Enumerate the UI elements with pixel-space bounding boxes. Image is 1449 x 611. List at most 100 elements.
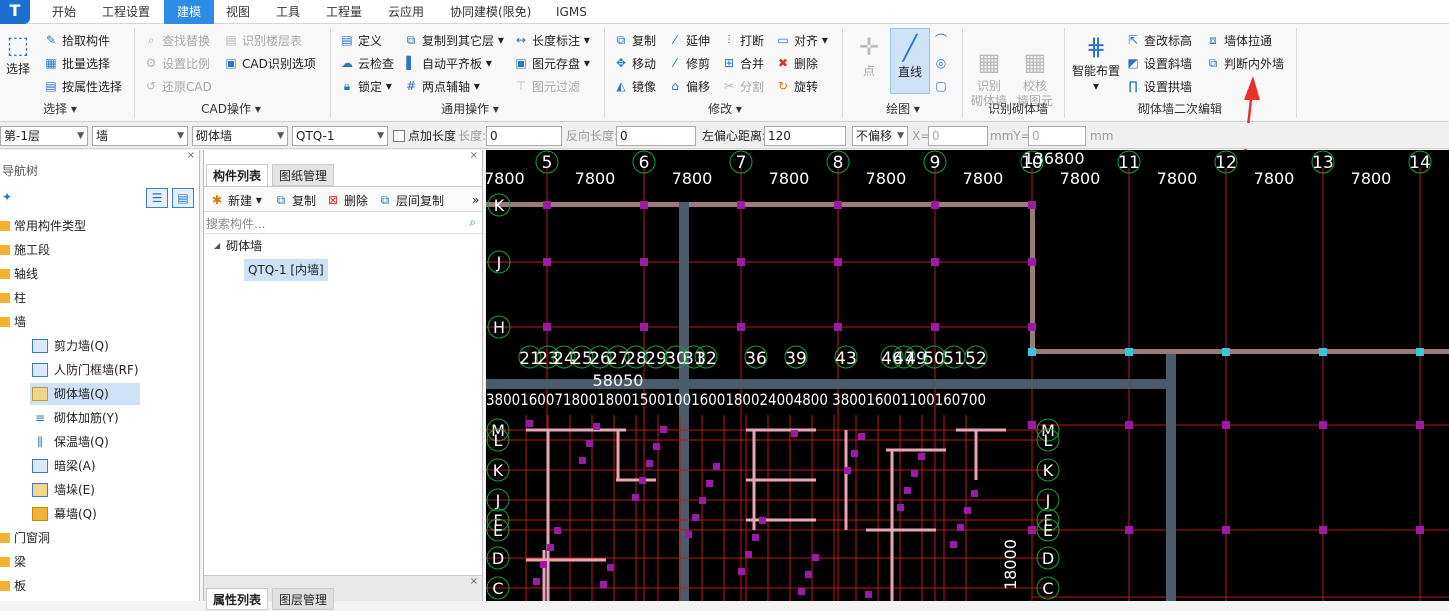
nav-item-beam[interactable]: 梁 [0, 551, 26, 573]
copy-to-floor-button[interactable]: ⧉ 复制到其它层 ▾ [404, 30, 504, 50]
break-button[interactable]: ⫶ 打断 [722, 30, 764, 50]
component-item-qtq1[interactable]: QTQ-1 [内墙] [244, 259, 328, 281]
mirror-button[interactable]: ◭ 镜像 [614, 76, 656, 96]
more-icon[interactable]: » [472, 190, 479, 210]
nav-item-slab[interactable]: 板 [0, 575, 26, 597]
tab-drawing-mgmt[interactable]: 图纸管理 [272, 164, 335, 186]
select-button[interactable]: ⬚ 选择 [2, 30, 34, 77]
tab-project-settings[interactable]: 工程设置 [96, 0, 156, 24]
nav-item-hidden-beam[interactable]: 暗梁(A) [32, 455, 96, 477]
nav-item-masonry-rebar[interactable]: ≡ 砌体加筋(Y) [32, 407, 119, 429]
check-wall-button[interactable]: ▦ 校核 墙图元 [1014, 32, 1056, 109]
length-input[interactable]: 0 [486, 126, 562, 146]
length-dim-button[interactable]: ↔ 长度标注 ▾ [514, 30, 590, 50]
align-button[interactable]: ▭ 对齐 ▾ [776, 30, 828, 50]
y-input[interactable]: 0 [1028, 126, 1086, 146]
pick-component-button[interactable]: ✎ 拾取构件 [44, 30, 110, 50]
new-button[interactable]: ✱ 新建 ▾ [210, 190, 262, 210]
tab-quantity[interactable]: 工程量 [320, 0, 368, 24]
cad-drawing[interactable]: 5780067800778008780097800107800117800127… [486, 150, 1449, 601]
tab-component-list[interactable]: 构件列表 [206, 164, 269, 186]
cad-canvas[interactable]: 5 7800 6 7800 7 7800 8 7800 9 7800 10 7800 11 7800 12 7… [486, 150, 1449, 601]
tab-layer-mgmt[interactable]: 图层管理 [272, 588, 335, 610]
define-button[interactable]: ▤ 定义 [340, 30, 382, 50]
attr-select-button[interactable]: ▤ 按属性选择 [44, 76, 122, 96]
set-scale-button[interactable]: ⚙ 设置比例 [144, 53, 210, 73]
nav-item-masonry-wall[interactable]: 砌体墙(Q) [30, 383, 140, 405]
type-select[interactable]: 墙 ▼ [92, 126, 188, 146]
wall-extend-button[interactable]: ⧈ 墙体拉通 [1206, 30, 1272, 50]
offset-input[interactable]: 120 [764, 126, 846, 146]
x-input[interactable]: 0 [928, 126, 988, 146]
search-box[interactable]: 搜索构件... ⌕ [204, 212, 482, 234]
cloud-check-button[interactable]: ☁ 云检查 [340, 53, 394, 73]
nav-item-common[interactable]: 常用构件类型 [0, 215, 86, 237]
list-view-icon[interactable]: ☰ [146, 188, 168, 208]
close-icon[interactable]: × [470, 576, 478, 587]
search-input[interactable]: 搜索构件... [206, 215, 265, 232]
merge-button[interactable]: ⊞ 合并 [722, 53, 764, 73]
expand-icon[interactable]: ✦ [2, 190, 12, 204]
set-slope-wall-button[interactable]: ◩ 设置斜墙 [1126, 53, 1192, 73]
circle-button[interactable]: ◎ [934, 53, 952, 73]
smart-layout-button[interactable]: ⋕ 智能布置 ▾ [1070, 32, 1122, 94]
rect-button[interactable]: ▢ [934, 76, 952, 96]
recognize-floor-button[interactable]: ▤ 识别楼层表 [224, 30, 302, 50]
line-button[interactable]: ╱ 直线 [890, 28, 930, 94]
tab-view[interactable]: 视图 [220, 0, 256, 24]
detail-view-icon[interactable]: ▤ [172, 188, 194, 208]
tab-start[interactable]: 开始 [46, 0, 82, 24]
tab-property-list[interactable]: 属性列表 [206, 588, 269, 610]
close-icon[interactable]: × [470, 150, 478, 161]
nav-item-insulation-wall[interactable]: ⫼ 保温墙(Q) [32, 431, 109, 453]
batch-select-button[interactable]: ▦ 批量选择 [44, 53, 110, 73]
delete-button[interactable]: ✖ 删除 [776, 53, 818, 73]
save-element-button[interactable]: ▣ 图元存盘 ▾ [514, 53, 590, 73]
offset-button[interactable]: ⌂ 偏移 [668, 76, 710, 96]
nav-item-openings[interactable]: 门窗洞 [0, 527, 50, 549]
layer-copy-button[interactable]: ⧉ 层间复制 [378, 190, 444, 210]
cad-options-button[interactable]: ▣ CAD识别选项 [224, 53, 316, 73]
tab-igms[interactable]: IGMS [550, 0, 593, 24]
copy-button[interactable]: ⧉ 复制 [614, 30, 656, 50]
find-replace-button[interactable]: ⌕ 查找替换 [144, 30, 210, 50]
rotate-button[interactable]: ↻ 旋转 [776, 76, 818, 96]
split-button[interactable]: ✂ 分割 [722, 76, 764, 96]
add-length-checkbox[interactable] [393, 130, 405, 142]
lock-button[interactable]: 🔒︎ 锁定 ▾ [340, 76, 392, 96]
tab-tools[interactable]: 工具 [270, 0, 306, 24]
nav-item-column[interactable]: 柱 [0, 287, 26, 309]
nav-item-axis[interactable]: 轴线 [0, 263, 38, 285]
extend-button[interactable]: ⁄ 延伸 [668, 30, 710, 50]
nav-item-wall-pier[interactable]: 墙垛(E) [32, 479, 95, 501]
search-icon[interactable]: ⌕ [469, 215, 476, 230]
change-elevation-button[interactable]: ⇱ 查改标高 [1126, 30, 1192, 50]
floor-select[interactable]: 第-1层 ▼ [0, 126, 88, 146]
subtype-select[interactable]: 砌体墙 ▼ [192, 126, 288, 146]
nav-item-rf-wall[interactable]: 人防门框墙(RF) [32, 359, 139, 381]
component-select[interactable]: QTQ-1 ▼ [292, 126, 388, 146]
restore-cad-button[interactable]: ↺ 还原CAD [144, 76, 212, 96]
move-button[interactable]: ✥ 移动 [614, 53, 656, 73]
set-arch-wall-button[interactable]: ∏ 设置拱墙 [1126, 76, 1192, 96]
point-button[interactable]: ✛ 点 [852, 32, 886, 79]
judge-inner-outer-button[interactable]: ⧉ 判断内外墙 [1206, 53, 1284, 73]
app-logo[interactable]: T [0, 0, 30, 24]
element-filter-button[interactable]: ⊤ 图元过滤 [514, 76, 580, 96]
auto-align-slab-button[interactable]: ▌ 自动平齐板 ▾ [404, 53, 491, 73]
nav-item-wall[interactable]: 墙 [0, 311, 26, 333]
list-delete-button[interactable]: ⊠ 删除 [326, 190, 368, 210]
tab-collab[interactable]: 协同建模(限免) [444, 0, 537, 24]
list-copy-button[interactable]: ⧉ 复制 [274, 190, 316, 210]
reverse-length-input[interactable]: 0 [616, 126, 696, 146]
two-point-axis-button[interactable]: # 两点辅轴 ▾ [404, 76, 480, 96]
recognize-wall-button[interactable]: ▦ 识别 砌体墙 [968, 32, 1010, 109]
tab-cloud[interactable]: 云应用 [382, 0, 430, 24]
arc-button[interactable]: ⌒ [934, 30, 952, 50]
nav-item-curtain-wall[interactable]: 幕墙(Q) [32, 503, 97, 525]
group-masonry-wall[interactable]: ◢ 砌体墙 [214, 235, 262, 257]
trim-button[interactable]: ⁄ 修剪 [668, 53, 710, 73]
nav-item-stage[interactable]: 施工段 [0, 239, 50, 261]
tab-modeling[interactable]: 建模 [164, 0, 214, 24]
offset-mode-select[interactable]: 不偏移 ▼ [852, 126, 908, 146]
